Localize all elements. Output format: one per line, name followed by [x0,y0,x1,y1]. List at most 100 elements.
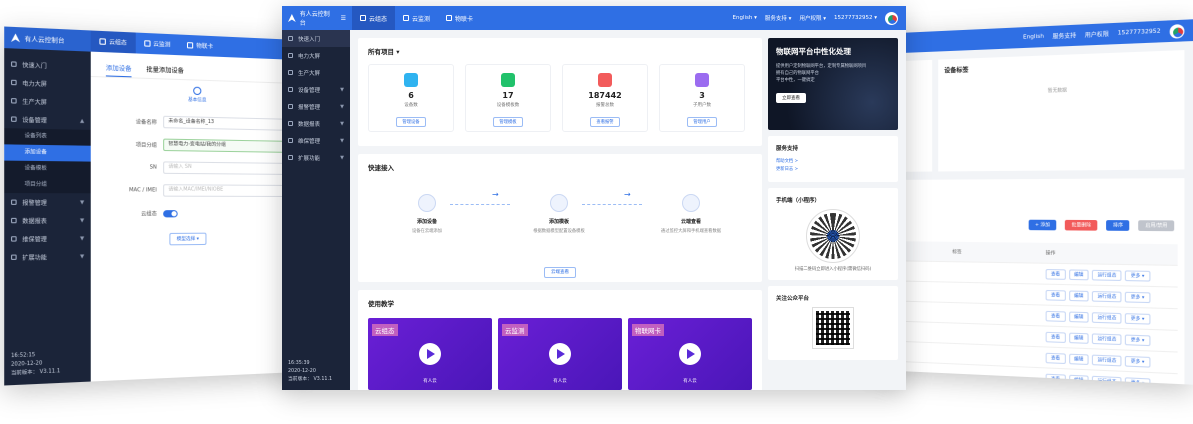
mac-input[interactable]: 请输入MAC/IMEI/NIOBE [163,184,293,197]
tab-iot-card[interactable]: 物联卡 [438,6,481,30]
account-menu[interactable]: 15277732952 [1118,28,1161,36]
cloud-view-button[interactable]: 云端查看 [544,267,576,278]
row-action[interactable]: 查看 [1045,373,1066,385]
row-action[interactable]: 查看 [1045,331,1066,343]
row-action[interactable]: 运行组态 [1092,269,1122,281]
changelog-link[interactable]: 更新日志 > [776,166,890,174]
device-name-input[interactable]: 未命名_设备名称_13 [163,115,293,131]
row-action[interactable]: 编辑 [1068,353,1089,365]
row-action[interactable]: 编辑 [1068,289,1089,301]
row-action[interactable]: 运行组态 [1092,290,1122,302]
tab-add-device[interactable]: 添加设备 [105,62,132,78]
sidebar-item[interactable]: 快速入门 [282,30,350,47]
tab-cloud-config[interactable]: 云组态 [352,6,396,30]
help-doc-link[interactable]: 帮助文档 > [776,158,890,166]
row-action[interactable]: 更多 ▾ [1125,376,1150,385]
cloud-icon [99,38,106,45]
sidebar-item-extension[interactable]: 扩展功能 ▼ [4,247,91,266]
tab-batch-add[interactable]: 批量添加设备 [146,64,184,79]
row-action[interactable]: 查看 [1045,352,1066,364]
video-thumbnail[interactable]: 物联网卡 有人云 [628,318,752,390]
sidebar-subitem-device-list[interactable]: 设备列表 [4,128,91,146]
user-menu[interactable]: 用户权限 ▾ [799,14,826,22]
row-action[interactable]: 运行组态 [1092,375,1122,385]
row-name: 大厦 [883,368,1046,382]
stat-button[interactable]: 管理设备 [396,117,426,127]
row-action[interactable]: 编辑 [1068,374,1089,385]
sidebar-item-alarm[interactable]: 报警管理 ▼ [4,193,91,211]
row-action[interactable]: 更多 ▾ [1125,291,1150,303]
row-action[interactable]: 查看 [1045,310,1066,322]
batch-delete-button[interactable]: 批量删除 [1065,219,1098,231]
row-action[interactable]: 更多 ▾ [1125,333,1150,346]
sidebar-item[interactable]: 维保管理 ▼ [282,132,350,149]
model-select-button[interactable]: 模型选择 ▾ [169,232,207,246]
video-thumbnail[interactable]: 云组态 有人云 [368,318,492,390]
sidebar-item[interactable]: 设备管理 ▼ [282,81,350,98]
account-menu[interactable]: 15277732952 ▾ [834,15,877,21]
play-icon[interactable] [679,343,701,365]
row-action[interactable]: 运行组态 [1092,311,1122,324]
form-step: 基本信息 [91,77,298,114]
language-select[interactable]: English ▾ [733,15,757,21]
service-menu[interactable]: 服务支持 [1052,31,1076,40]
step-connector [450,204,510,205]
sidebar-item-maintenance[interactable]: 维保管理 ▼ [4,229,91,248]
tab-cloud-config[interactable]: 云组态 [90,30,136,54]
sidebar-subitem-group[interactable]: 项目分组 [4,176,91,194]
sidebar-item[interactable]: 生产大屏 [282,64,350,81]
chevron-up-icon: ▲ [80,117,85,124]
panel-title: 设备标签 [944,66,969,75]
promo-button[interactable]: 立即查看 [776,93,806,103]
sidebar-subitem-template[interactable]: 设备模板 [4,160,91,178]
sn-input[interactable]: 请输入 SN [163,161,293,175]
group-select[interactable]: 智慧电力-变电站/我的分组 [163,138,293,153]
play-icon[interactable] [549,343,571,365]
cloud-config-toggle[interactable] [163,209,178,217]
add-button[interactable]: + 添加 [1028,219,1057,231]
footer-date: 2020-12-20 [288,369,316,374]
sidebar-label: 生产大屏 [298,70,321,77]
row-action[interactable]: 更多 ▾ [1125,269,1150,282]
projects-title[interactable]: 所有项目 ▾ [358,38,762,64]
stat-button[interactable]: 查看报警 [590,117,620,127]
tab-cloud-monitor[interactable]: 云监测 [135,33,178,56]
sidebar-item-production[interactable]: 生产大屏 [4,91,91,112]
row-action[interactable]: 查看 [1045,289,1066,301]
sidebar-item[interactable]: 数据报表 ▼ [282,115,350,132]
sort-button[interactable]: 排序 [1106,220,1130,231]
service-menu[interactable]: 服务支持 ▾ [765,14,792,22]
row-action[interactable]: 编辑 [1068,310,1089,323]
row-action[interactable]: 运行组态 [1092,332,1122,345]
sidebar-item[interactable]: 报警管理 ▼ [282,98,350,115]
avatar[interactable] [1169,23,1185,39]
stat-button[interactable]: 管理用户 [687,117,717,127]
row-action[interactable]: 更多 ▾ [1125,312,1150,325]
avatar[interactable] [885,11,898,25]
row-action[interactable]: 更多 ▾ [1125,355,1150,368]
user-menu[interactable]: 用户权限 [1085,30,1109,39]
stat-button[interactable]: 管理模板 [493,117,523,127]
row-action[interactable]: 编辑 [1068,332,1089,344]
tab-cloud-monitor[interactable]: 云监测 [395,6,438,30]
row-action[interactable]: 编辑 [1068,268,1089,280]
row-action[interactable]: 查看 [1045,268,1066,280]
device-tag-panel: 设备标签 暂无数据 [938,50,1185,172]
sidebar-item-report[interactable]: 数据报表 ▼ [4,211,91,230]
step-label: 基本信息 [188,97,207,104]
tab-iot-card[interactable]: 物联卡 [179,35,221,57]
stat-number: 17 [502,91,514,100]
row-action[interactable]: 运行组态 [1092,354,1122,366]
center-logo: 有人云控制台 ☰ [282,6,352,30]
play-icon[interactable] [419,343,441,365]
menu-icon[interactable]: ☰ [341,15,346,22]
sidebar-item[interactable]: 电力大屏 [282,47,350,64]
video-thumbnail[interactable]: 云监测 有人云 [498,318,622,390]
sidebar-item[interactable]: 扩展功能 ▼ [282,149,350,166]
sidebar-label: 维保管理 [22,236,47,244]
stat-card: 17 设备模板数 管理模板 [465,64,551,132]
sidebar-subitem-add-device[interactable]: 添加设备 [4,144,91,162]
language-select[interactable]: English [1023,34,1044,41]
toggle-button[interactable]: 启用/禁用 [1138,220,1175,232]
sidebar-item-device[interactable]: 设备管理 ▲ [4,110,91,130]
